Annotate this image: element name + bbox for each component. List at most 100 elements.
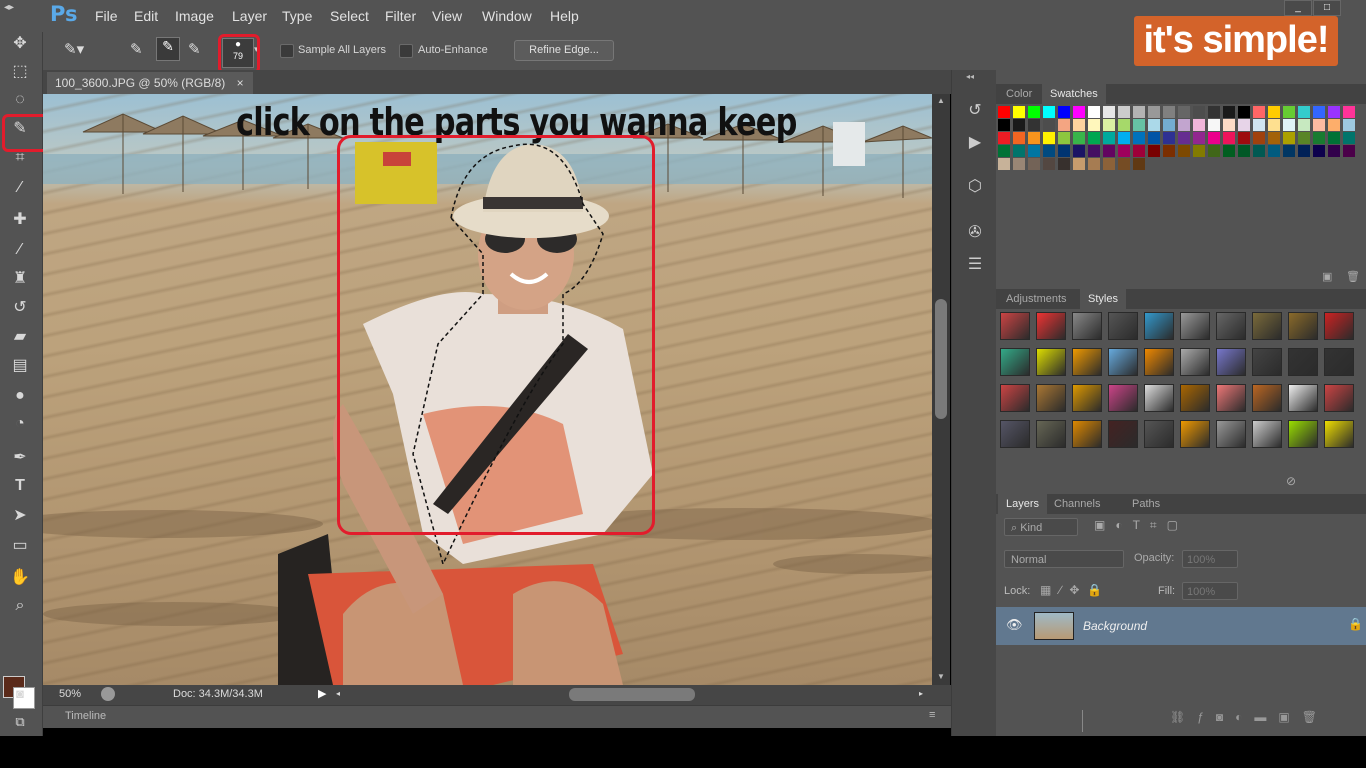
timeline-label[interactable]: Timeline [65, 710, 106, 722]
swatch[interactable] [1178, 119, 1190, 131]
style-preset[interactable] [1180, 348, 1210, 376]
swatch[interactable] [1058, 158, 1070, 170]
swatch[interactable] [1118, 106, 1130, 118]
clone-stamp-icon[interactable]: ♜ [6, 267, 34, 291]
swatch[interactable] [1118, 145, 1130, 157]
swatch[interactable] [1238, 145, 1250, 157]
style-preset[interactable] [1288, 348, 1318, 376]
style-preset[interactable] [1144, 384, 1174, 412]
tab-layers[interactable]: Layers [998, 494, 1048, 514]
vertical-scrollbar[interactable]: ▲ ▼ [932, 94, 950, 685]
swatch[interactable] [1043, 132, 1055, 144]
blend-mode-select[interactable]: Normal [1004, 550, 1124, 568]
scroll-left-icon[interactable]: ◂ [336, 689, 340, 698]
swatch[interactable] [1313, 106, 1325, 118]
style-preset[interactable] [1288, 312, 1318, 340]
style-preset[interactable] [1288, 420, 1318, 448]
swatches-grid[interactable] [998, 106, 1364, 172]
swatch[interactable] [1013, 145, 1025, 157]
swatch[interactable] [1193, 145, 1205, 157]
swatch[interactable] [1313, 132, 1325, 144]
tool-preset-icon[interactable]: ✎▾ [64, 40, 84, 58]
tab-color[interactable]: Color [998, 84, 1040, 104]
style-preset[interactable] [1072, 384, 1102, 412]
swatch[interactable] [1193, 119, 1205, 131]
eraser-icon[interactable]: ▰ [6, 325, 34, 349]
swatch[interactable] [1193, 106, 1205, 118]
lasso-icon[interactable]: ◌ [6, 88, 34, 112]
swatch[interactable] [1073, 145, 1085, 157]
style-preset[interactable] [1144, 420, 1174, 448]
gradient-icon[interactable]: ▤ [6, 354, 34, 378]
marquee-icon[interactable]: ⬚ [6, 60, 34, 84]
zoom-icon[interactable]: ⌕ [6, 594, 34, 618]
swatch[interactable] [1028, 119, 1040, 131]
style-preset[interactable] [1036, 312, 1066, 340]
style-preset[interactable] [1288, 384, 1318, 412]
swatch[interactable] [1088, 106, 1100, 118]
swatch[interactable] [1058, 106, 1070, 118]
style-preset[interactable] [1000, 312, 1030, 340]
swatch[interactable] [1343, 119, 1355, 131]
swatch[interactable] [1223, 145, 1235, 157]
path-selection-icon[interactable]: ➤ [6, 504, 34, 528]
style-preset[interactable] [1180, 384, 1210, 412]
swatch[interactable] [1013, 132, 1025, 144]
eyedropper-icon[interactable]: ⁄ [6, 176, 34, 200]
3d-panel-icon[interactable]: ⬡ [964, 176, 986, 198]
swatch[interactable] [1253, 119, 1265, 131]
style-preset[interactable] [1144, 312, 1174, 340]
swatch[interactable] [1058, 132, 1070, 144]
tab-styles[interactable]: Styles [1080, 289, 1126, 309]
status-menu-icon[interactable]: ▶ [318, 687, 326, 700]
swatch[interactable] [998, 119, 1010, 131]
style-preset[interactable] [1252, 348, 1282, 376]
swatch[interactable] [1283, 119, 1295, 131]
swatch[interactable] [1148, 145, 1160, 157]
style-preset[interactable] [1252, 384, 1282, 412]
layer-name[interactable]: Background [1083, 619, 1147, 633]
hand-icon[interactable]: ✋ [6, 566, 34, 590]
swatch[interactable] [1223, 132, 1235, 144]
blur-icon[interactable]: ● [6, 384, 34, 408]
style-preset[interactable] [1216, 420, 1246, 448]
swatch[interactable] [1328, 145, 1340, 157]
healing-brush-icon[interactable]: ✚ [6, 208, 34, 232]
swatch[interactable] [1103, 158, 1115, 170]
collapse-arrows-icon[interactable]: ◂▸ [4, 2, 14, 13]
swatch[interactable] [1073, 106, 1085, 118]
style-preset[interactable] [1180, 312, 1210, 340]
menu-layer[interactable]: Layer [232, 8, 267, 24]
swatch[interactable] [1178, 132, 1190, 144]
auto-enhance-checkbox[interactable] [399, 44, 413, 58]
swatch[interactable] [1013, 119, 1025, 131]
swatch[interactable] [1343, 145, 1355, 157]
swatch[interactable] [1163, 132, 1175, 144]
swatch[interactable] [1223, 119, 1235, 131]
collapse-panels-icon[interactable]: ◂◂ [966, 72, 974, 81]
layer-filter-icons[interactable]: ▣◐T⌗▢ [1094, 518, 1188, 533]
shape-icon[interactable]: ▭ [6, 534, 34, 558]
style-preset[interactable] [1000, 384, 1030, 412]
menu-file[interactable]: File [95, 8, 118, 24]
swatch[interactable] [1103, 132, 1115, 144]
horizontal-scroll-thumb[interactable] [569, 688, 695, 701]
style-preset[interactable] [1108, 348, 1138, 376]
swatch[interactable] [1313, 145, 1325, 157]
menu-edit[interactable]: Edit [134, 8, 158, 24]
zoom-level[interactable]: 50% [59, 688, 81, 700]
swatch[interactable] [1328, 106, 1340, 118]
style-preset[interactable] [1108, 312, 1138, 340]
style-preset[interactable] [1216, 384, 1246, 412]
style-preset[interactable] [1108, 420, 1138, 448]
swatch[interactable] [1268, 106, 1280, 118]
timeline-menu-icon[interactable]: ≡ [929, 709, 935, 721]
style-preset[interactable] [1216, 312, 1246, 340]
swatch[interactable] [1343, 132, 1355, 144]
layer-row-background[interactable]: 👁 Background 🔒 [996, 607, 1366, 645]
eye-icon[interactable]: 👁 [1006, 617, 1023, 633]
tab-paths[interactable]: Paths [1124, 494, 1168, 514]
scroll-right-icon[interactable]: ▸ [919, 689, 923, 698]
style-preset[interactable] [1180, 420, 1210, 448]
menu-filter[interactable]: Filter [385, 8, 416, 24]
